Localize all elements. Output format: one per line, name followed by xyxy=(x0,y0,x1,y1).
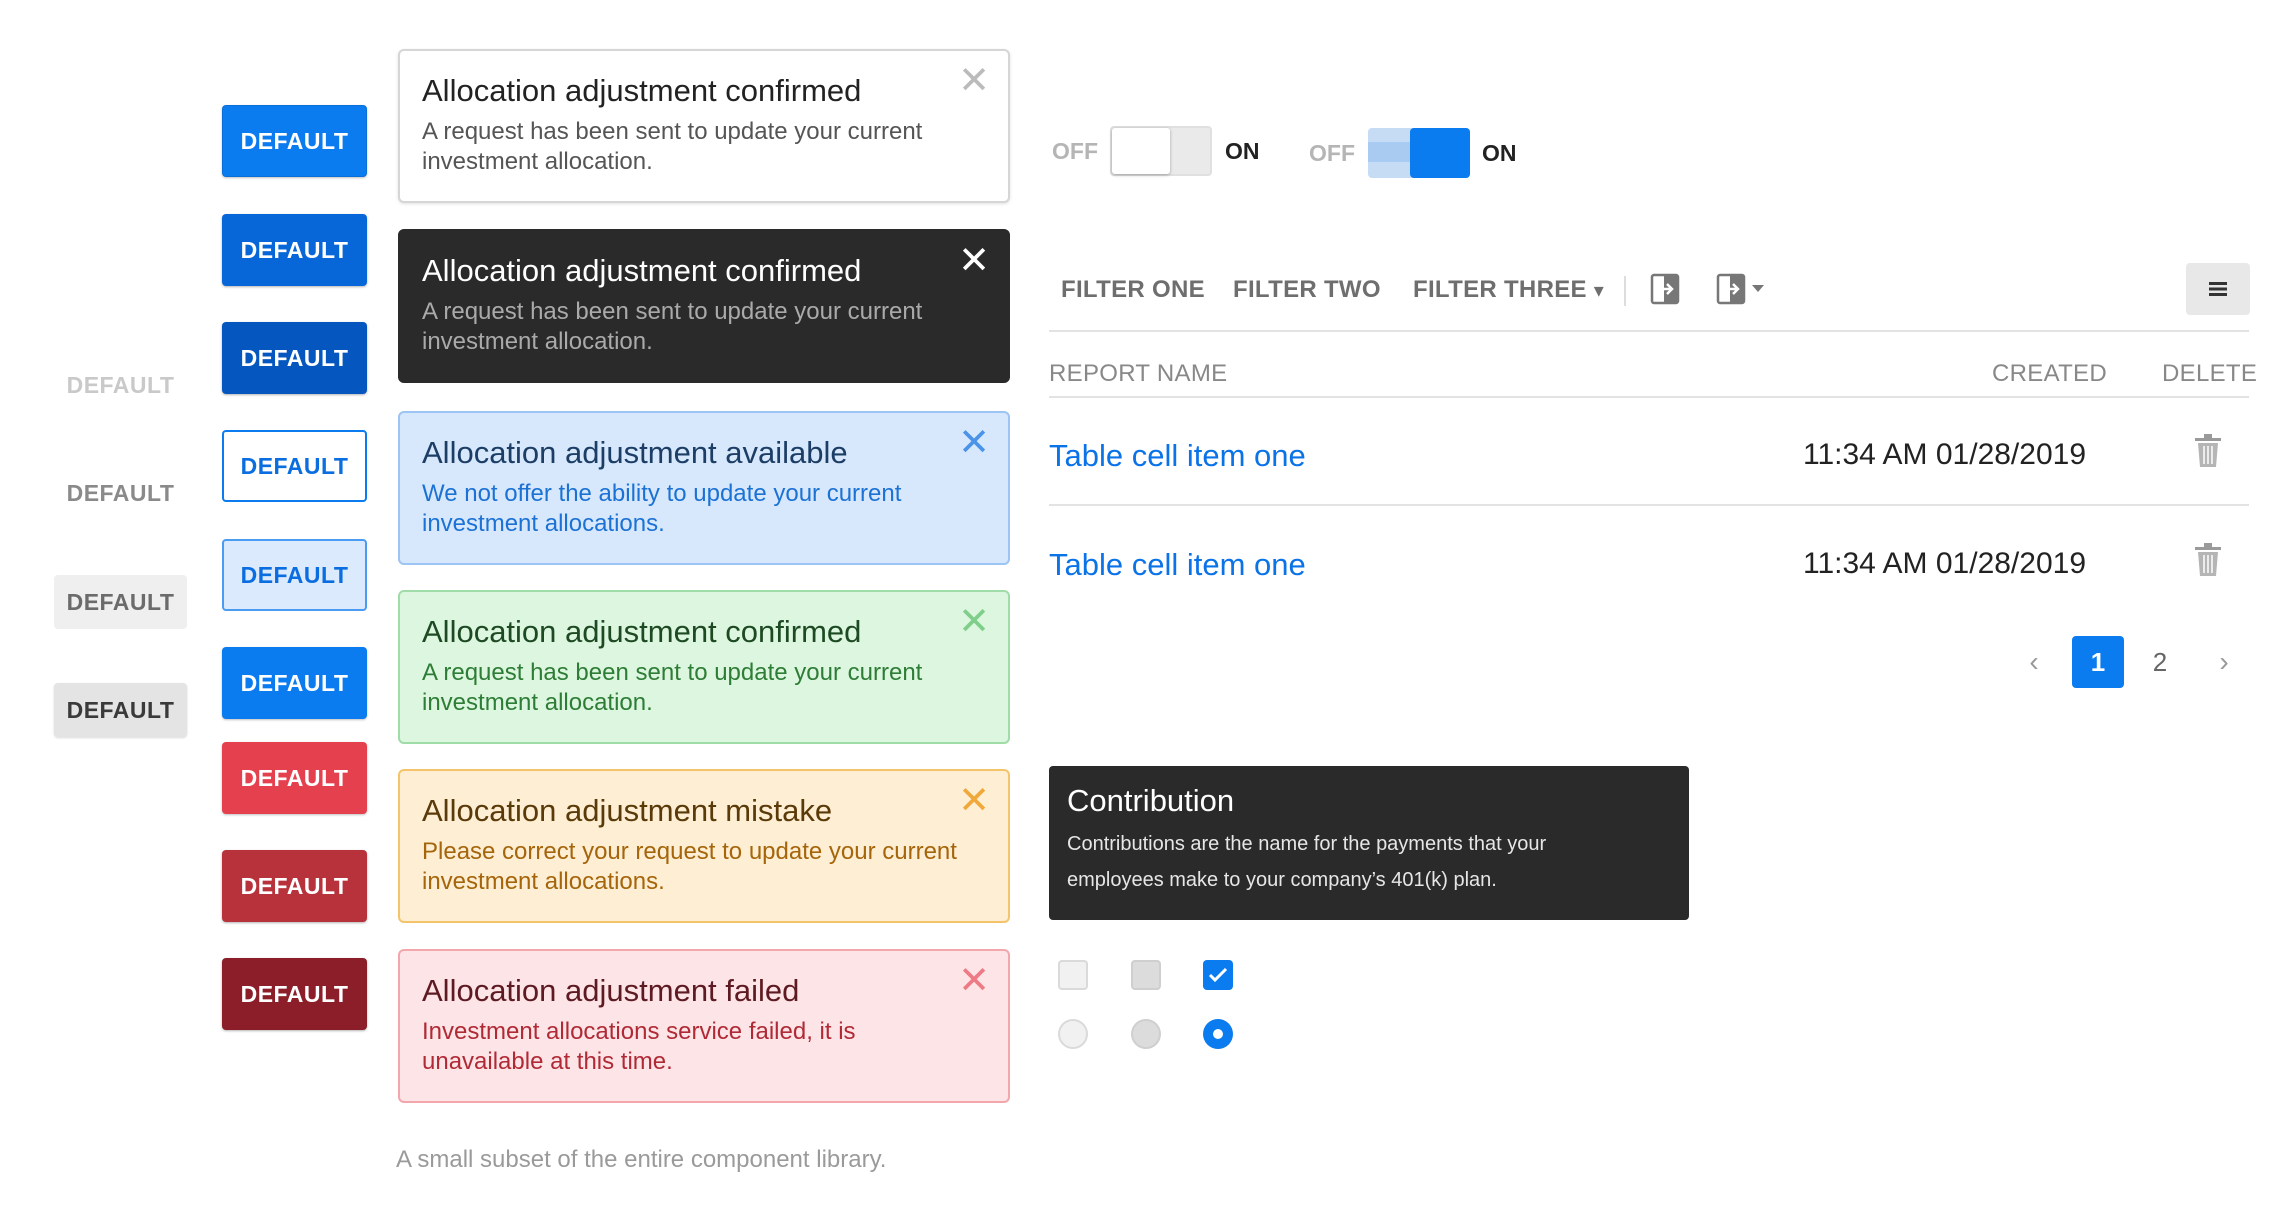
filter-one[interactable]: FILTER ONE xyxy=(1061,276,1205,304)
alert-title: Allocation adjustment failed xyxy=(422,973,800,1008)
filter-two[interactable]: FILTER TWO xyxy=(1233,276,1381,304)
filter-divider xyxy=(1624,276,1626,306)
close-icon[interactable]: ✕ xyxy=(958,781,990,821)
tooltip-body-line: Contributions are the name for the payme… xyxy=(1067,833,1547,855)
close-icon[interactable]: ✕ xyxy=(958,423,990,463)
tooltip-title: Contribution xyxy=(1067,783,1235,818)
default-button-disabled[interactable]: DEFAULT xyxy=(54,358,187,412)
default-button-text[interactable]: DEFAULT xyxy=(54,466,187,520)
column-header-created[interactable]: CREATED xyxy=(1992,360,2107,388)
radio-disabled[interactable] xyxy=(1131,1019,1161,1049)
table-header-divider xyxy=(1049,396,2249,398)
trash-icon[interactable] xyxy=(2194,434,2222,473)
alert-title: Allocation adjustment mistake xyxy=(422,793,833,828)
trash-icon[interactable] xyxy=(2194,543,2222,582)
alert-body: A request has been sent to update your c… xyxy=(422,118,923,175)
alert-success: Allocation adjustment confirmed A reques… xyxy=(398,590,1010,744)
pagination-next[interactable]: › xyxy=(2204,636,2244,688)
toggle-on-label: ON xyxy=(1225,138,1260,164)
alert-title: Allocation adjustment available xyxy=(422,435,848,470)
default-button-outline-focus[interactable]: DEFAULT xyxy=(222,539,367,611)
toggle-knob xyxy=(1112,128,1170,174)
table-row-link[interactable]: Table cell item one xyxy=(1049,547,1306,583)
alert-title: Allocation adjustment confirmed xyxy=(422,253,862,288)
alert-title: Allocation adjustment confirmed xyxy=(422,614,862,649)
pagination-page-2[interactable]: 2 xyxy=(2140,636,2180,688)
checkbox-disabled[interactable] xyxy=(1131,960,1161,990)
default-button-light[interactable]: DEFAULT xyxy=(54,575,187,629)
export-icon[interactable] xyxy=(1650,273,1682,310)
alert-body: A request has been sent to update your c… xyxy=(422,659,923,716)
alert-title: Allocation adjustment confirmed xyxy=(422,73,862,108)
alert-body: We not offer the ability to update your … xyxy=(422,480,902,537)
column-header-report-name[interactable]: REPORT NAME xyxy=(1049,360,1227,388)
checkbox-checked[interactable] xyxy=(1203,960,1233,990)
alert-dark: Allocation adjustment confirmed A reques… xyxy=(398,229,1010,383)
table-row-link[interactable]: Table cell item one xyxy=(1049,438,1306,474)
table-row-created: 11:34 AM 01/28/2019 xyxy=(1803,547,2087,580)
toggle-on-label: ON xyxy=(1482,140,1517,166)
alert-body: Please correct your request to update yo… xyxy=(422,838,957,895)
default-button-danger[interactable]: DEFAULT xyxy=(222,742,367,814)
default-button-grey[interactable]: DEFAULT xyxy=(54,683,187,737)
tooltip: Contribution Contributions are the name … xyxy=(1049,766,1689,920)
default-button-primary-active[interactable]: DEFAULT xyxy=(222,322,367,394)
export-dropdown-icon[interactable] xyxy=(1716,273,1770,310)
close-icon[interactable]: ✕ xyxy=(958,61,990,101)
default-button-primary-hover[interactable]: DEFAULT xyxy=(222,214,367,286)
toggle-off-label: OFF xyxy=(1052,138,1098,164)
default-button-primary[interactable]: DEFAULT xyxy=(222,105,367,177)
close-icon[interactable]: ✕ xyxy=(958,961,990,1001)
pagination-page-1[interactable]: 1 xyxy=(2072,636,2124,688)
default-button-primary-alt[interactable]: DEFAULT xyxy=(222,647,367,719)
filter-three[interactable]: FILTER THREE ▾ xyxy=(1413,276,1604,304)
chevron-down-icon: ▾ xyxy=(1593,280,1605,302)
toggle-switch-on[interactable] xyxy=(1368,128,1470,178)
default-button-danger-active[interactable]: DEFAULT xyxy=(222,958,367,1030)
default-button-outline[interactable]: DEFAULT xyxy=(222,430,367,502)
table-row-created: 11:34 AM 01/28/2019 xyxy=(1803,438,2087,471)
filter-three-label: FILTER THREE xyxy=(1413,276,1587,303)
toggle-knob xyxy=(1410,128,1470,178)
filter-bar-divider xyxy=(1049,330,2249,332)
toggle-switch-off[interactable] xyxy=(1110,126,1212,176)
checkmark-icon xyxy=(1208,967,1228,983)
tooltip-body: Contributions are the name for the payme… xyxy=(1067,826,1671,898)
default-button-danger-hover[interactable]: DEFAULT xyxy=(222,850,367,922)
toggle-off-label: OFF xyxy=(1309,140,1355,166)
radio-selected[interactable] xyxy=(1203,1019,1233,1049)
menu-button[interactable] xyxy=(2186,263,2250,315)
alert-body: Investment allocations service failed, i… xyxy=(422,1018,856,1075)
alert-warning: Allocation adjustment mistake Please cor… xyxy=(398,769,1010,923)
radio-dot xyxy=(1213,1029,1223,1039)
tooltip-body-line: employees make to your company’s 401(k) … xyxy=(1067,869,1497,891)
alert-info: Allocation adjustment available We not o… xyxy=(398,411,1010,565)
alert-error: Allocation adjustment failed Investment … xyxy=(398,949,1010,1103)
checkbox-unchecked[interactable] xyxy=(1058,960,1088,990)
pagination-prev[interactable]: ‹ xyxy=(2014,636,2054,688)
close-icon[interactable]: ✕ xyxy=(958,241,990,281)
alert-body: A request has been sent to update your c… xyxy=(422,298,923,355)
alert-default: Allocation adjustment confirmed A reques… xyxy=(398,49,1010,203)
close-icon[interactable]: ✕ xyxy=(958,602,990,642)
table-row-divider xyxy=(1049,504,2249,506)
caption: A small subset of the entire component l… xyxy=(396,1146,887,1173)
radio-unselected[interactable] xyxy=(1058,1019,1088,1049)
menu-icon xyxy=(2209,282,2227,296)
column-header-delete: DELETE xyxy=(2162,360,2258,387)
